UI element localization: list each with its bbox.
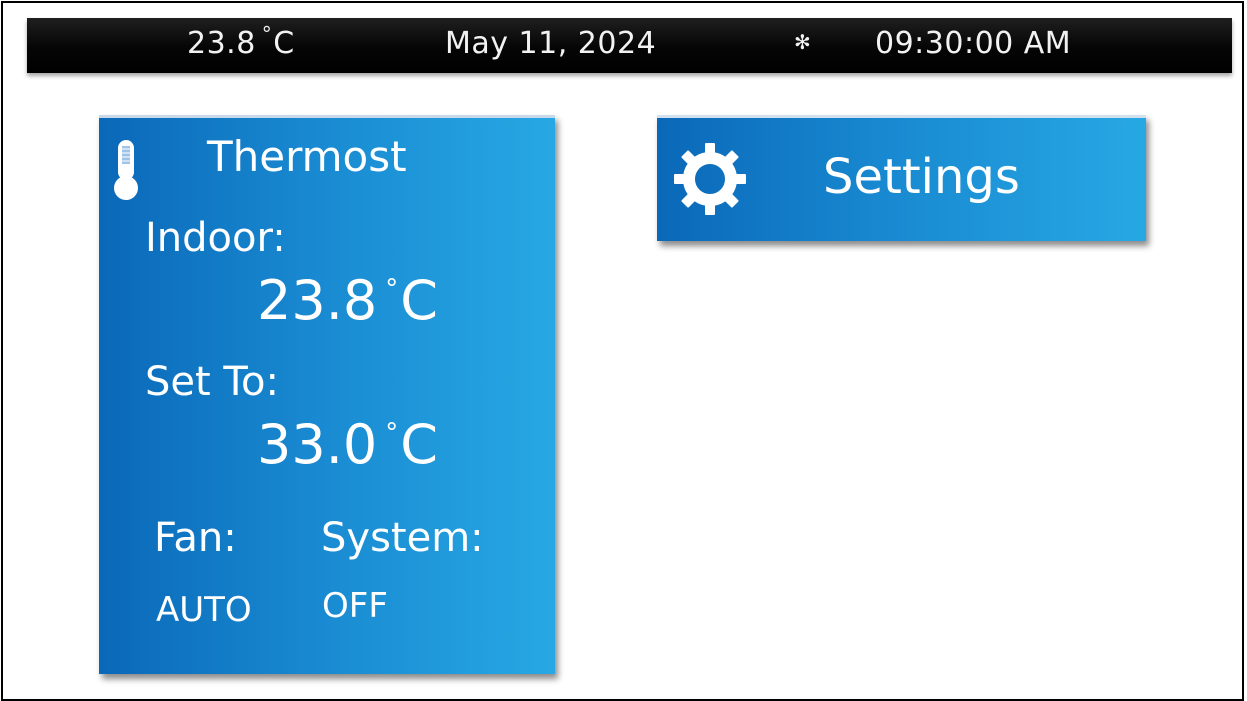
status-date: May 11, 2024	[445, 26, 657, 61]
thermostat-card[interactable]: Thermost Indoor: 23.8 °C Set To: 33.0 °C F…	[99, 115, 555, 674]
degree-symbol: °	[385, 274, 399, 304]
fan-icon: ✻	[794, 30, 812, 54]
set-to-temperature-value: 33.0	[257, 413, 378, 476]
degree-symbol: °	[261, 22, 273, 46]
set-to-label: Set To:	[145, 359, 279, 405]
degree-symbol: °	[385, 418, 399, 448]
settings-button[interactable]: Settings	[657, 115, 1146, 241]
fan-mode-value: AUTO	[156, 590, 252, 630]
status-temperature-value: 23.8	[187, 26, 256, 61]
set-to-temperature: 33.0 °C	[257, 414, 438, 486]
indoor-temperature-unit: C	[400, 269, 438, 332]
fan-label: Fan:	[154, 515, 237, 561]
gear-icon	[674, 143, 746, 215]
set-to-temperature-unit: C	[400, 413, 438, 476]
system-label: System:	[321, 515, 484, 561]
status-temperature: 23.8 °C	[187, 22, 295, 64]
screen-frame: 23.8 °C May 11, 2024 ✻ 09:30:00 AM Thermo…	[1, 1, 1244, 701]
indoor-temperature: 23.8 °C	[257, 270, 438, 342]
status-temperature-unit: C	[273, 26, 295, 61]
indoor-temperature-value: 23.8	[257, 269, 378, 332]
thermometer-icon	[114, 140, 138, 200]
indoor-label: Indoor:	[145, 215, 286, 261]
status-bar: 23.8 °C May 11, 2024 ✻ 09:30:00 AM	[27, 18, 1232, 73]
system-mode-value: OFF	[322, 586, 388, 626]
status-time: 09:30:00 AM	[875, 26, 1072, 61]
settings-label: Settings	[823, 149, 1020, 205]
thermostat-title: Thermost	[207, 132, 407, 181]
